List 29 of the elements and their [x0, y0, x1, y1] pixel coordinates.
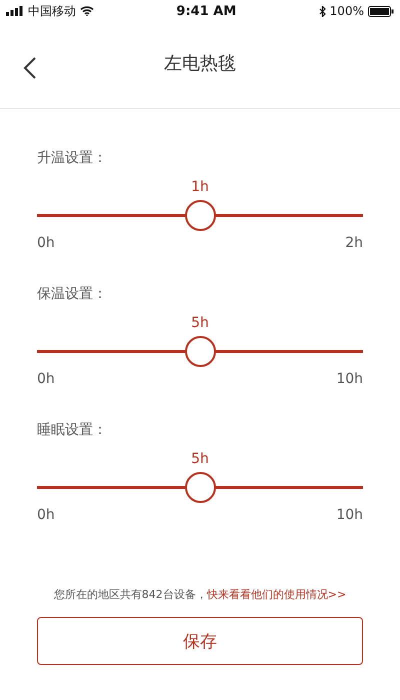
slider-value: 5h [191, 451, 209, 467]
slider-thumb[interactable] [184, 472, 216, 503]
slider-max-label: 2h [345, 235, 363, 251]
setting-label: 升温设置： [37, 149, 108, 167]
slider-min-label: 0h [37, 507, 55, 523]
slider-max-label: 10h [336, 371, 363, 387]
slider-value: 5h [191, 315, 209, 331]
battery-icon [368, 6, 394, 16]
slider-thumb[interactable] [184, 336, 216, 367]
slider-min-label: 0h [37, 235, 55, 251]
slider[interactable] [37, 200, 363, 231]
battery-percent: 100% [330, 4, 364, 18]
slider[interactable] [37, 472, 363, 503]
slider-thumb[interactable] [184, 200, 216, 231]
setting-label: 保温设置： [37, 285, 108, 303]
page-title: 左电热毯 [164, 52, 236, 75]
usage-link[interactable]: 快来看看他们的使用情况>> [206, 587, 346, 602]
clock-time: 9:41 AM [176, 4, 236, 18]
device-count-text: 您所在的地区共有842台设备， [54, 587, 207, 602]
carrier-name: 中国移动 [28, 2, 76, 20]
slider-max-label: 10h [336, 507, 363, 523]
slider-min-label: 0h [37, 371, 55, 387]
signal-icon [6, 6, 24, 16]
slider[interactable] [37, 336, 363, 367]
save-button[interactable]: 保存 [37, 617, 363, 665]
bluetooth-icon [318, 6, 326, 16]
setting-label: 睡眠设置： [37, 421, 108, 439]
wifi-icon [80, 6, 94, 16]
slider-value: 1h [191, 179, 209, 195]
